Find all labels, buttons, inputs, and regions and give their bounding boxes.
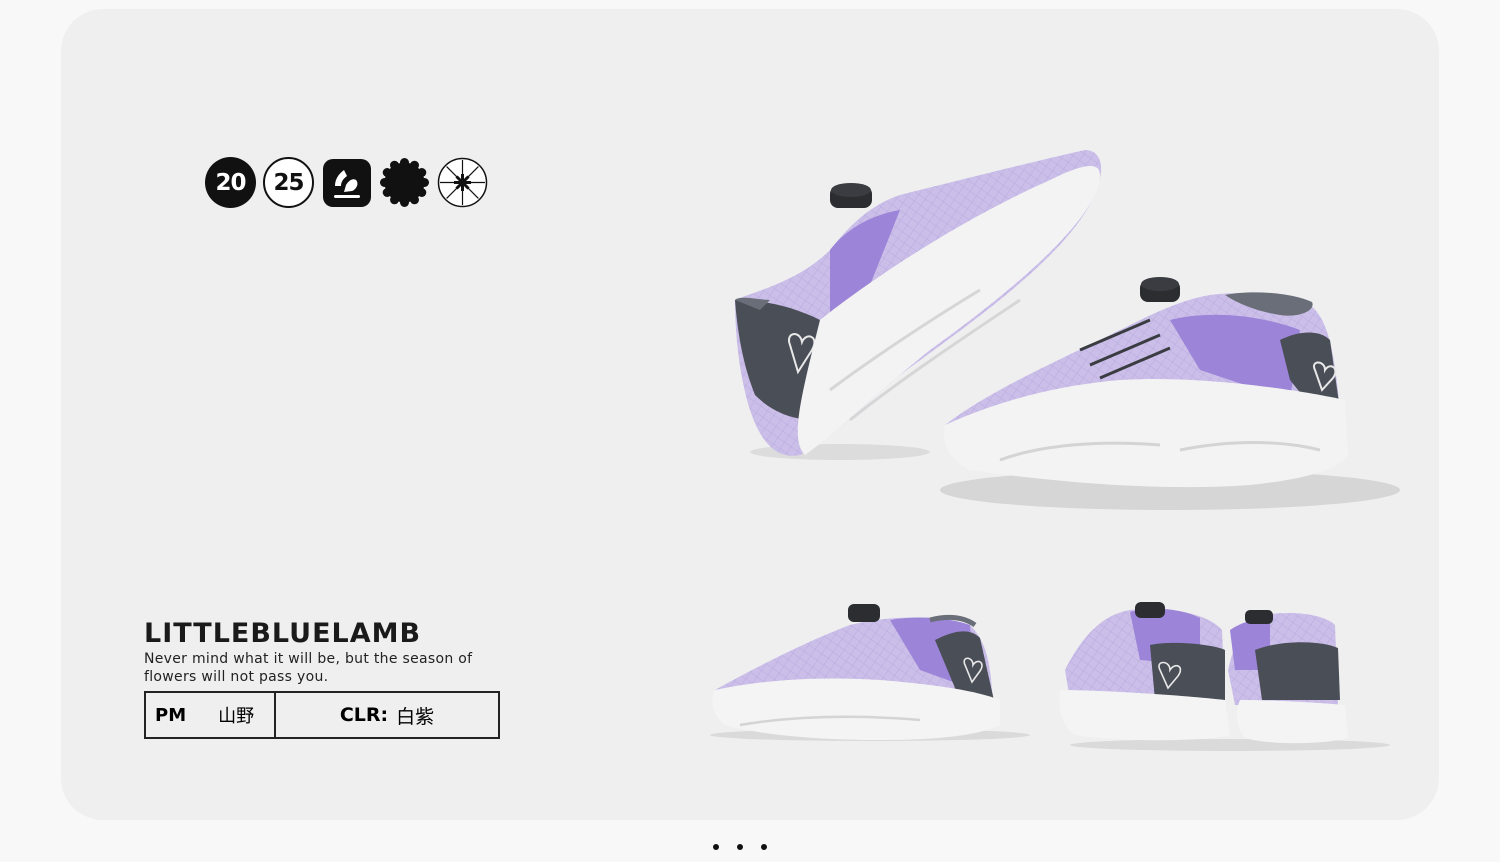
carousel-pagination bbox=[713, 844, 767, 850]
color-value: 白紫 bbox=[396, 705, 435, 728]
carousel-dot[interactable] bbox=[713, 844, 719, 850]
spec-pm-cell: PM 山野 bbox=[146, 693, 276, 737]
back-view-shoes bbox=[1059, 602, 1390, 751]
hero-shoe-right bbox=[940, 277, 1400, 510]
carousel-dot[interactable] bbox=[737, 844, 743, 850]
spec-table: PM 山野 CLR: 白紫 bbox=[144, 691, 500, 739]
spec-color-cell: CLR: 白紫 bbox=[276, 693, 498, 737]
brand-tagline: Never mind what it will be, but the seas… bbox=[144, 651, 473, 685]
pm-label: PM bbox=[155, 704, 187, 726]
brand-name: LITTLEBLUELAMB bbox=[144, 618, 422, 649]
color-label: CLR: bbox=[339, 704, 389, 726]
carousel-dot[interactable] bbox=[761, 844, 767, 850]
pm-value: 山野 bbox=[218, 706, 255, 727]
side-view-shoe bbox=[710, 604, 1030, 741]
